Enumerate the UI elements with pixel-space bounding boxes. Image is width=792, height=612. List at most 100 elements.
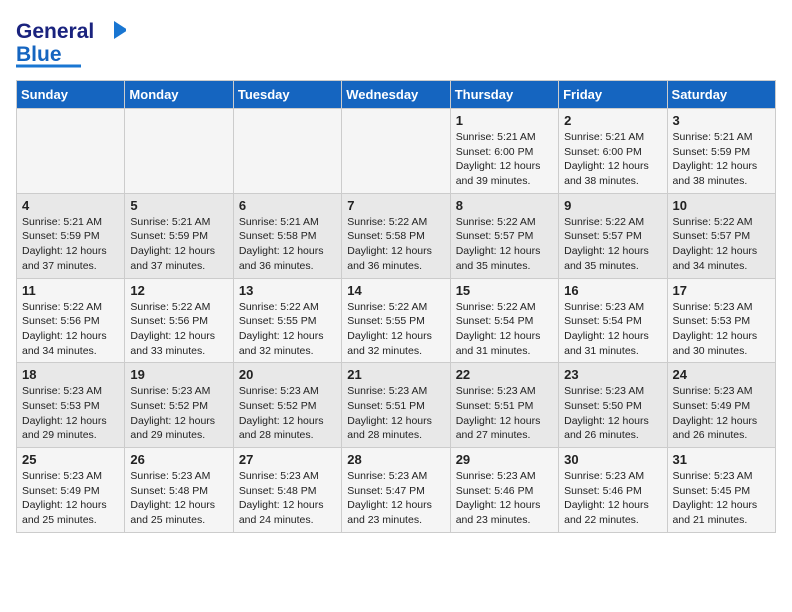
- calendar-cell: 26 Sunrise: 5:23 AM Sunset: 5:48 PM Dayli…: [125, 448, 233, 533]
- calendar-cell: 2Sunrise: 5:21 AM Sunset: 6:00 PM Daylig…: [559, 109, 667, 194]
- week-row-5: 25 Sunrise: 5:23 AM Sunset: 5:49 PM Dayli…: [17, 448, 776, 533]
- calendar-cell: 31Sunrise: 5:23 AM Sunset: 5:45 PM Dayli…: [667, 448, 775, 533]
- day-info: Sunrise: 5:23 AM Sunset: 5:50 PM Dayligh…: [564, 384, 661, 443]
- day-info: Sunrise: 5:22 AM Sunset: 5:58 PM Dayligh…: [347, 215, 444, 274]
- calendar-cell: 30 Sunrise: 5:23 AM Sunset: 5:46 PM Dayli…: [559, 448, 667, 533]
- day-number: 29: [456, 452, 553, 467]
- day-info: Sunrise: 5:21 AM Sunset: 5:59 PM Dayligh…: [22, 215, 119, 274]
- week-row-2: 4 Sunrise: 5:21 AM Sunset: 5:59 PM Daylig…: [17, 193, 776, 278]
- calendar-cell: [342, 109, 450, 194]
- day-info: Sunrise: 5:23 AM Sunset: 5:54 PM Dayligh…: [564, 300, 661, 359]
- calendar-cell: 20 Sunrise: 5:23 AM Sunset: 5:52 PM Dayli…: [233, 363, 341, 448]
- day-info: Sunrise: 5:22 AM Sunset: 5:56 PM Dayligh…: [22, 300, 119, 359]
- day-number: 10: [673, 198, 770, 213]
- day-info: Sunrise: 5:21 AM Sunset: 5:58 PM Dayligh…: [239, 215, 336, 274]
- day-number: 5: [130, 198, 227, 213]
- logo: General Blue: [16, 16, 126, 68]
- svg-text:Blue: Blue: [16, 43, 62, 66]
- day-info: Sunrise: 5:21 AM Sunset: 5:59 PM Dayligh…: [673, 130, 770, 189]
- day-number: 24: [673, 367, 770, 382]
- day-number: 15: [456, 283, 553, 298]
- day-number: 2: [564, 113, 661, 128]
- weekday-saturday: Saturday: [667, 81, 775, 109]
- calendar-cell: 29Sunrise: 5:23 AM Sunset: 5:46 PM Dayli…: [450, 448, 558, 533]
- calendar-cell: 22 Sunrise: 5:23 AM Sunset: 5:51 PM Dayli…: [450, 363, 558, 448]
- day-number: 22: [456, 367, 553, 382]
- calendar-cell: 8 Sunrise: 5:22 AM Sunset: 5:57 PM Daylig…: [450, 193, 558, 278]
- calendar-cell: 7 Sunrise: 5:22 AM Sunset: 5:58 PM Daylig…: [342, 193, 450, 278]
- svg-text:General: General: [16, 20, 94, 43]
- day-number: 31: [673, 452, 770, 467]
- day-info: Sunrise: 5:22 AM Sunset: 5:56 PM Dayligh…: [130, 300, 227, 359]
- calendar-cell: 3 Sunrise: 5:21 AM Sunset: 5:59 PM Daylig…: [667, 109, 775, 194]
- week-row-1: 1 Sunrise: 5:21 AM Sunset: 6:00 PM Daylig…: [17, 109, 776, 194]
- calendar-cell: 11 Sunrise: 5:22 AM Sunset: 5:56 PM Dayli…: [17, 278, 125, 363]
- day-info: Sunrise: 5:22 AM Sunset: 5:54 PM Dayligh…: [456, 300, 553, 359]
- calendar-cell: 12Sunrise: 5:22 AM Sunset: 5:56 PM Dayli…: [125, 278, 233, 363]
- day-info: Sunrise: 5:23 AM Sunset: 5:53 PM Dayligh…: [673, 300, 770, 359]
- calendar-cell: [17, 109, 125, 194]
- calendar-cell: 23 Sunrise: 5:23 AM Sunset: 5:50 PM Dayli…: [559, 363, 667, 448]
- day-info: Sunrise: 5:23 AM Sunset: 5:49 PM Dayligh…: [22, 469, 119, 528]
- day-number: 27: [239, 452, 336, 467]
- day-number: 25: [22, 452, 119, 467]
- day-info: Sunrise: 5:23 AM Sunset: 5:52 PM Dayligh…: [239, 384, 336, 443]
- weekday-wednesday: Wednesday: [342, 81, 450, 109]
- day-info: Sunrise: 5:21 AM Sunset: 6:00 PM Dayligh…: [456, 130, 553, 189]
- day-number: 20: [239, 367, 336, 382]
- day-number: 26: [130, 452, 227, 467]
- calendar-cell: 17 Sunrise: 5:23 AM Sunset: 5:53 PM Dayli…: [667, 278, 775, 363]
- calendar-cell: 4 Sunrise: 5:21 AM Sunset: 5:59 PM Daylig…: [17, 193, 125, 278]
- day-info: Sunrise: 5:23 AM Sunset: 5:49 PM Dayligh…: [673, 384, 770, 443]
- calendar-cell: 28Sunrise: 5:23 AM Sunset: 5:47 PM Dayli…: [342, 448, 450, 533]
- weekday-header-row: SundayMondayTuesdayWednesdayThursdayFrid…: [17, 81, 776, 109]
- calendar-cell: 27Sunrise: 5:23 AM Sunset: 5:48 PM Dayli…: [233, 448, 341, 533]
- day-number: 7: [347, 198, 444, 213]
- day-number: 17: [673, 283, 770, 298]
- calendar-cell: 14Sunrise: 5:22 AM Sunset: 5:55 PM Dayli…: [342, 278, 450, 363]
- day-info: Sunrise: 5:23 AM Sunset: 5:53 PM Dayligh…: [22, 384, 119, 443]
- day-info: Sunrise: 5:22 AM Sunset: 5:57 PM Dayligh…: [673, 215, 770, 274]
- day-number: 6: [239, 198, 336, 213]
- calendar-cell: 21Sunrise: 5:23 AM Sunset: 5:51 PM Dayli…: [342, 363, 450, 448]
- day-info: Sunrise: 5:23 AM Sunset: 5:47 PM Dayligh…: [347, 469, 444, 528]
- weekday-monday: Monday: [125, 81, 233, 109]
- calendar-cell: 16Sunrise: 5:23 AM Sunset: 5:54 PM Dayli…: [559, 278, 667, 363]
- day-number: 4: [22, 198, 119, 213]
- weekday-sunday: Sunday: [17, 81, 125, 109]
- day-info: Sunrise: 5:22 AM Sunset: 5:57 PM Dayligh…: [564, 215, 661, 274]
- day-info: Sunrise: 5:22 AM Sunset: 5:55 PM Dayligh…: [347, 300, 444, 359]
- calendar-cell: 6 Sunrise: 5:21 AM Sunset: 5:58 PM Daylig…: [233, 193, 341, 278]
- day-number: 3: [673, 113, 770, 128]
- day-info: Sunrise: 5:23 AM Sunset: 5:48 PM Dayligh…: [130, 469, 227, 528]
- day-info: Sunrise: 5:22 AM Sunset: 5:57 PM Dayligh…: [456, 215, 553, 274]
- day-number: 11: [22, 283, 119, 298]
- calendar-cell: [125, 109, 233, 194]
- day-number: 9: [564, 198, 661, 213]
- logo-svg: General Blue: [16, 16, 126, 68]
- day-number: 30: [564, 452, 661, 467]
- calendar-cell: 25 Sunrise: 5:23 AM Sunset: 5:49 PM Dayli…: [17, 448, 125, 533]
- calendar-cell: 1 Sunrise: 5:21 AM Sunset: 6:00 PM Daylig…: [450, 109, 558, 194]
- day-info: Sunrise: 5:23 AM Sunset: 5:51 PM Dayligh…: [456, 384, 553, 443]
- day-number: 18: [22, 367, 119, 382]
- day-info: Sunrise: 5:23 AM Sunset: 5:46 PM Dayligh…: [564, 469, 661, 528]
- page-header: General Blue: [16, 16, 776, 68]
- calendar-cell: 18 Sunrise: 5:23 AM Sunset: 5:53 PM Dayli…: [17, 363, 125, 448]
- day-number: 19: [130, 367, 227, 382]
- calendar-cell: 24 Sunrise: 5:23 AM Sunset: 5:49 PM Dayli…: [667, 363, 775, 448]
- day-number: 1: [456, 113, 553, 128]
- weekday-thursday: Thursday: [450, 81, 558, 109]
- calendar-cell: 10 Sunrise: 5:22 AM Sunset: 5:57 PM Dayli…: [667, 193, 775, 278]
- calendar-cell: 19Sunrise: 5:23 AM Sunset: 5:52 PM Dayli…: [125, 363, 233, 448]
- calendar-cell: 5 Sunrise: 5:21 AM Sunset: 5:59 PM Daylig…: [125, 193, 233, 278]
- day-number: 8: [456, 198, 553, 213]
- day-info: Sunrise: 5:23 AM Sunset: 5:51 PM Dayligh…: [347, 384, 444, 443]
- day-info: Sunrise: 5:21 AM Sunset: 5:59 PM Dayligh…: [130, 215, 227, 274]
- calendar-table: SundayMondayTuesdayWednesdayThursdayFrid…: [16, 80, 776, 533]
- calendar-cell: 15 Sunrise: 5:22 AM Sunset: 5:54 PM Dayli…: [450, 278, 558, 363]
- weekday-friday: Friday: [559, 81, 667, 109]
- calendar-cell: 9 Sunrise: 5:22 AM Sunset: 5:57 PM Daylig…: [559, 193, 667, 278]
- day-info: Sunrise: 5:22 AM Sunset: 5:55 PM Dayligh…: [239, 300, 336, 359]
- day-number: 23: [564, 367, 661, 382]
